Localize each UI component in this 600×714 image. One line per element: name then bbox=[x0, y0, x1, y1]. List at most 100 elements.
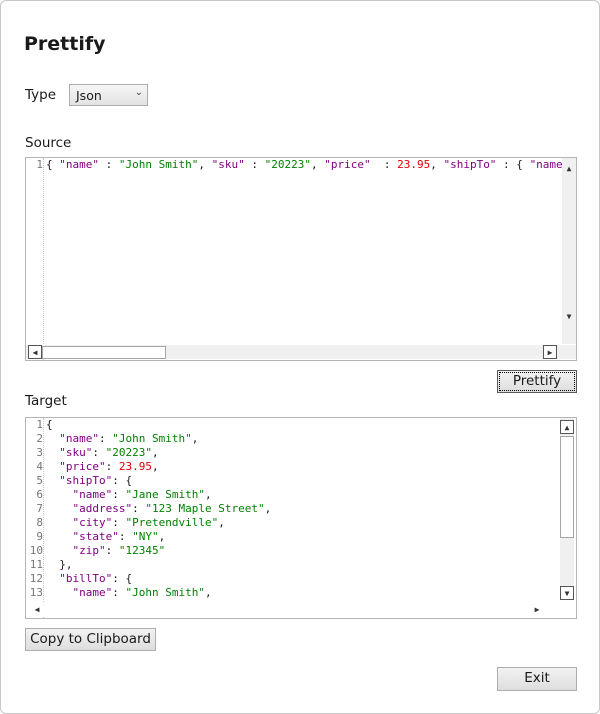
code-token: "city" bbox=[72, 516, 113, 529]
code-token: "name" bbox=[72, 488, 113, 501]
code-token: : bbox=[99, 158, 119, 171]
code-token: : bbox=[370, 158, 398, 171]
code-token: "John Smith" bbox=[125, 586, 205, 599]
target-editor[interactable]: 1 2 3 4 5 6 7 8 9 10 11 12 13 { "name": "John Smith"… bbox=[25, 417, 577, 619]
source-code: { "name" : "John Smith", "sku" : "20223"… bbox=[46, 158, 576, 172]
chevron-down-icon: ⌄ bbox=[134, 87, 143, 98]
code-token: : bbox=[118, 530, 133, 543]
line-number: 9 bbox=[36, 530, 43, 543]
code-line: "name": "Jane Smith", bbox=[46, 488, 576, 502]
code-token: "20223" bbox=[105, 446, 152, 459]
code-token: { bbox=[46, 418, 53, 431]
source-vertical-scrollbar[interactable]: ▲ ▼ bbox=[562, 158, 576, 344]
line-number: 8 bbox=[36, 516, 43, 529]
scroll-left-icon[interactable]: ◀ bbox=[28, 345, 42, 359]
copy-to-clipboard-button[interactable]: Copy to Clipboard bbox=[25, 628, 156, 651]
code-token: "address" bbox=[72, 502, 133, 515]
code-token: "sku" bbox=[211, 158, 245, 171]
code-token: "state" bbox=[72, 530, 119, 543]
code-token: , bbox=[430, 158, 444, 171]
scroll-up-icon[interactable]: ▲ bbox=[560, 420, 574, 434]
code-token: 23.95 bbox=[397, 158, 431, 171]
code-token: : bbox=[132, 502, 146, 515]
code-token: "John Smith" bbox=[118, 158, 199, 171]
source-line-numbers: 1 bbox=[26, 158, 43, 360]
code-token: , bbox=[310, 158, 325, 171]
code-token: "price" bbox=[59, 460, 106, 473]
scroll-down-icon[interactable]: ▼ bbox=[560, 586, 574, 600]
type-select-value: Json bbox=[76, 88, 102, 103]
line-number: 6 bbox=[36, 488, 43, 501]
code-token: "name bbox=[529, 158, 563, 171]
code-token: , bbox=[151, 460, 159, 473]
target-code: { "name": "John Smith", "sku": "20223", … bbox=[46, 418, 576, 600]
code-line: "state": "NY", bbox=[46, 530, 576, 544]
code-line: { "name" : "John Smith", "sku" : "20223"… bbox=[46, 158, 576, 172]
code-token: "NY" bbox=[132, 530, 159, 543]
scroll-right-icon[interactable]: ▶ bbox=[530, 603, 544, 617]
scroll-right-icon[interactable]: ▶ bbox=[543, 345, 557, 359]
code-line: "price": 23.95, bbox=[46, 460, 576, 474]
source-editor[interactable]: 1 { "name" : "John Smith", "sku" : "2022… bbox=[25, 157, 577, 361]
target-horizontal-scrollbar[interactable]: ◀ ▶ bbox=[26, 603, 558, 617]
line-number: 2 bbox=[36, 432, 43, 445]
code-line: "city": "Pretendville", bbox=[46, 516, 576, 530]
type-label: Type bbox=[25, 87, 57, 103]
code-token: : bbox=[105, 460, 119, 473]
code-token: , bbox=[158, 530, 166, 543]
code-token: }, bbox=[46, 558, 73, 571]
scroll-up-icon[interactable]: ▲ bbox=[562, 162, 576, 176]
code-token: "sku" bbox=[59, 446, 93, 459]
target-vertical-scrollbar[interactable]: ▲ ▼ bbox=[560, 418, 574, 600]
line-number: 11 bbox=[29, 558, 43, 571]
code-token: : bbox=[244, 158, 265, 171]
code-token: "John Smith" bbox=[112, 432, 192, 445]
line-number: 3 bbox=[36, 446, 43, 459]
scroll-thumb[interactable] bbox=[560, 436, 574, 538]
code-token: : bbox=[92, 446, 106, 459]
code-token: , bbox=[191, 432, 199, 445]
code-line: "zip": "12345" bbox=[46, 544, 576, 558]
code-token: , bbox=[204, 488, 212, 501]
scroll-left-icon[interactable]: ◀ bbox=[30, 603, 44, 617]
code-token: "name" bbox=[59, 432, 99, 445]
code-line: "name": "John Smith", bbox=[46, 432, 576, 446]
code-token: : bbox=[112, 586, 126, 599]
code-token: "Pretendville" bbox=[125, 516, 219, 529]
code-token: : bbox=[112, 488, 126, 501]
code-token: "zip" bbox=[72, 544, 106, 557]
exit-button[interactable]: Exit bbox=[497, 667, 577, 691]
prettify-window: Prettify Type Json ⌄ Source 1 { "name" :… bbox=[0, 0, 600, 714]
scroll-thumb[interactable] bbox=[42, 346, 166, 359]
target-label: Target bbox=[25, 393, 67, 409]
code-line: "name": "John Smith", bbox=[46, 586, 576, 600]
code-token: , bbox=[198, 158, 212, 171]
code-token: "billTo" bbox=[59, 572, 113, 585]
code-line: "shipTo": { bbox=[46, 474, 576, 488]
line-number: 4 bbox=[36, 460, 43, 473]
code-token: "12345" bbox=[118, 544, 166, 557]
code-token: : bbox=[105, 544, 119, 557]
type-select[interactable]: Json ⌄ bbox=[69, 84, 148, 106]
code-line: }, bbox=[46, 558, 576, 572]
line-number: 10 bbox=[29, 544, 43, 557]
code-token: { bbox=[46, 158, 60, 171]
line-number: 7 bbox=[36, 502, 43, 515]
code-token: : { bbox=[496, 158, 530, 171]
scroll-down-icon[interactable]: ▼ bbox=[562, 310, 576, 324]
code-token: "shipTo" bbox=[443, 158, 497, 171]
code-token: "price" bbox=[324, 158, 371, 171]
code-token: "name" bbox=[72, 586, 113, 599]
prettify-button[interactable]: Prettify bbox=[497, 370, 577, 393]
source-horizontal-scrollbar[interactable]: ◀ ▶ bbox=[26, 345, 576, 359]
code-token: "Jane Smith" bbox=[125, 488, 205, 501]
code-line: "sku": "20223", bbox=[46, 446, 576, 460]
line-number: 13 bbox=[29, 586, 43, 599]
